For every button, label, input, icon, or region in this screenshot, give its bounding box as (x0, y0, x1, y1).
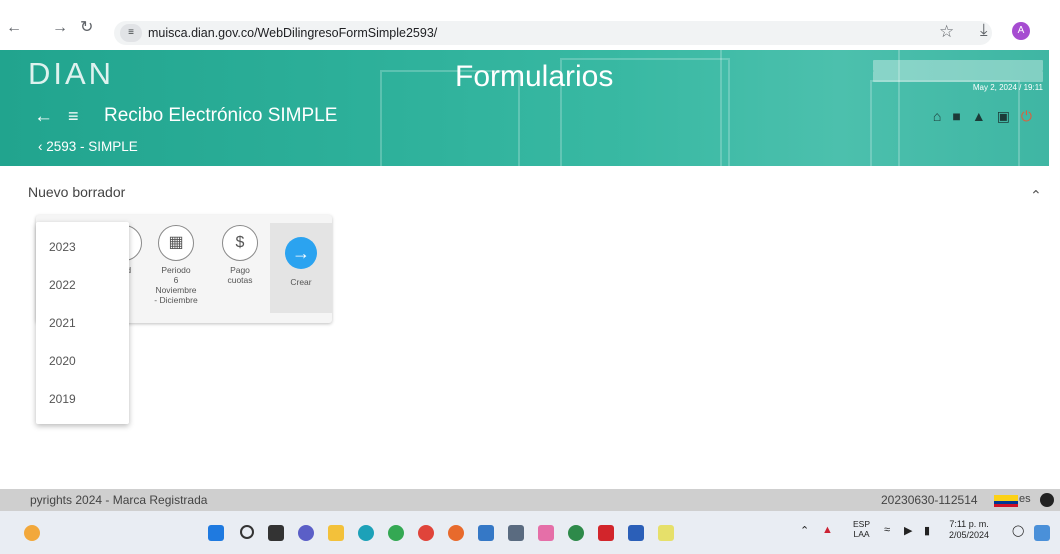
notification-bell-icon[interactable]: ◯ (1012, 524, 1024, 537)
version-text: 20230630-112514 (881, 493, 978, 507)
taskbar: ⌃ ▲ ESP LAA ≈ ▶ ▮ 7:11 p. m. 2/05/2024 ◯ (0, 511, 1060, 554)
chevron-up-icon[interactable]: ⌄ (1030, 186, 1042, 203)
page-footer: pyrights 2024 - Marca Registrada 2023063… (0, 489, 1060, 511)
battery-icon[interactable]: ▮ (924, 524, 930, 537)
back-arrow-icon[interactable]: ← (34, 106, 53, 128)
year-option[interactable]: 2020 (36, 342, 129, 380)
chevron-left-icon: ‹ (38, 139, 47, 154)
step-label: Periodo (161, 265, 191, 275)
browser-toolbar: ← → ↻ ≡ muisca.dian.gov.co/WebDilingreso… (0, 0, 1060, 54)
file-explorer-icon[interactable] (328, 525, 344, 541)
year-option[interactable]: 2022 (36, 266, 129, 304)
calculator-icon[interactable] (508, 525, 524, 541)
clock-time: 7:11 p. m. (949, 519, 989, 529)
address-bar[interactable]: ≡ muisca.dian.gov.co/WebDilingresoFormSi… (114, 21, 992, 45)
clock-date: 2/05/2024 (949, 530, 990, 540)
tray-app-icon[interactable]: ▲ (822, 524, 833, 536)
session-date: May 2, 2024 / 19:11 (972, 83, 1043, 92)
weather-icon[interactable] (24, 525, 40, 541)
app-header: DIAN Formularios redacted-user-line reda… (0, 50, 1049, 166)
chrome-profile-icon[interactable] (568, 525, 584, 541)
breadcrumb-label: 2593 - SIMPLE (46, 139, 138, 154)
year-option[interactable]: 2023 (36, 228, 129, 266)
crear-button[interactable]: → (285, 237, 317, 269)
notepad-icon[interactable] (658, 525, 674, 541)
chat-icon[interactable] (298, 525, 314, 541)
volume-icon[interactable]: ▶ (904, 524, 912, 537)
step-periodo[interactable]: ▦ Periodo 6 Noviembre - Diciembre (152, 225, 200, 305)
step-label: - Diciembre (154, 295, 198, 305)
dollar-icon: $ (222, 225, 258, 261)
step-label: Noviembre (155, 285, 197, 295)
edge-icon[interactable] (358, 525, 374, 541)
app-icon[interactable] (478, 525, 494, 541)
step-label: Pago (230, 265, 250, 275)
input-language[interactable]: ESP LAA (853, 519, 870, 539)
firefox-icon[interactable] (448, 525, 464, 541)
download-icon[interactable]: ⤓ (980, 20, 988, 40)
hamburger-menu-icon[interactable]: ≡ (68, 106, 79, 127)
chrome-icon[interactable] (388, 525, 404, 541)
word-icon[interactable] (628, 525, 644, 541)
calendar-icon[interactable]: ▣ (997, 108, 1021, 124)
lang-line: LAA (853, 529, 870, 539)
app-icon[interactable] (418, 525, 434, 541)
arrow-right-icon: → (292, 242, 310, 263)
url-text: muisca.dian.gov.co/WebDilingresoFormSimp… (148, 26, 438, 40)
copyright-text: pyrights 2024 - Marca Registrada (30, 493, 208, 507)
bell-icon[interactable]: ▲ (972, 108, 997, 124)
lang-line: ESP (853, 519, 871, 529)
home-icon[interactable]: ⌂ (933, 108, 952, 124)
site-settings-icon[interactable]: ≡ (120, 24, 142, 42)
copilot-icon[interactable] (1034, 525, 1050, 541)
screen: ← → ↻ ≡ muisca.dian.gov.co/WebDilingreso… (0, 0, 1060, 554)
bookmark-star-icon[interactable]: ☆ (939, 22, 954, 42)
year-dropdown: 2023 2022 2021 2020 2019 (36, 222, 129, 424)
power-icon[interactable]: ⏻ (1021, 108, 1043, 124)
calendar-icon: ▦ (158, 225, 194, 261)
step-pago-cuotas[interactable]: $ Pago cuotas (216, 225, 264, 285)
snipping-tool-icon[interactable] (538, 525, 554, 541)
search-icon[interactable] (240, 525, 254, 539)
dian-logo: DIAN (28, 56, 115, 91)
profile-avatar[interactable]: A (1012, 22, 1030, 40)
colombia-flag-icon[interactable] (994, 495, 1018, 507)
task-view-icon[interactable] (268, 525, 284, 541)
breadcrumb[interactable]: ‹ 2593 - SIMPLE (38, 139, 138, 154)
year-option[interactable]: 2021 (36, 304, 129, 342)
language-label[interactable]: es (1019, 493, 1031, 505)
folder-icon[interactable]: ■ (952, 108, 971, 124)
year-option[interactable]: 2019 (36, 380, 129, 418)
crear-step: → Crear (270, 223, 332, 313)
section-title: Nuevo borrador (28, 184, 126, 200)
system-clock[interactable]: 7:11 p. m. 2/05/2024 (949, 519, 989, 541)
forward-icon[interactable]: → (52, 20, 68, 36)
step-label: 6 (173, 275, 179, 285)
tray-chevron-icon[interactable]: ⌃ (800, 524, 809, 537)
user-name-redacted: redacted-user-line (873, 60, 1043, 71)
help-icon[interactable] (1040, 493, 1054, 507)
header-actions: ⌂■▲▣⏻ (933, 108, 1043, 125)
acrobat-icon[interactable] (598, 525, 614, 541)
back-icon[interactable]: ← (6, 20, 22, 36)
start-icon[interactable] (208, 525, 224, 541)
user-org-redacted: redacted-org (873, 71, 1043, 82)
reload-icon[interactable]: ↻ (80, 20, 93, 36)
user-info: redacted-user-line redacted-org May 2, 2… (873, 60, 1043, 93)
page-title: Formularios (455, 60, 614, 93)
step-label: cuotas (227, 275, 253, 285)
crear-label: Crear (290, 277, 312, 287)
wifi-icon[interactable]: ≈ (884, 524, 890, 536)
form-title: Recibo Electrónico SIMPLE (104, 105, 338, 126)
